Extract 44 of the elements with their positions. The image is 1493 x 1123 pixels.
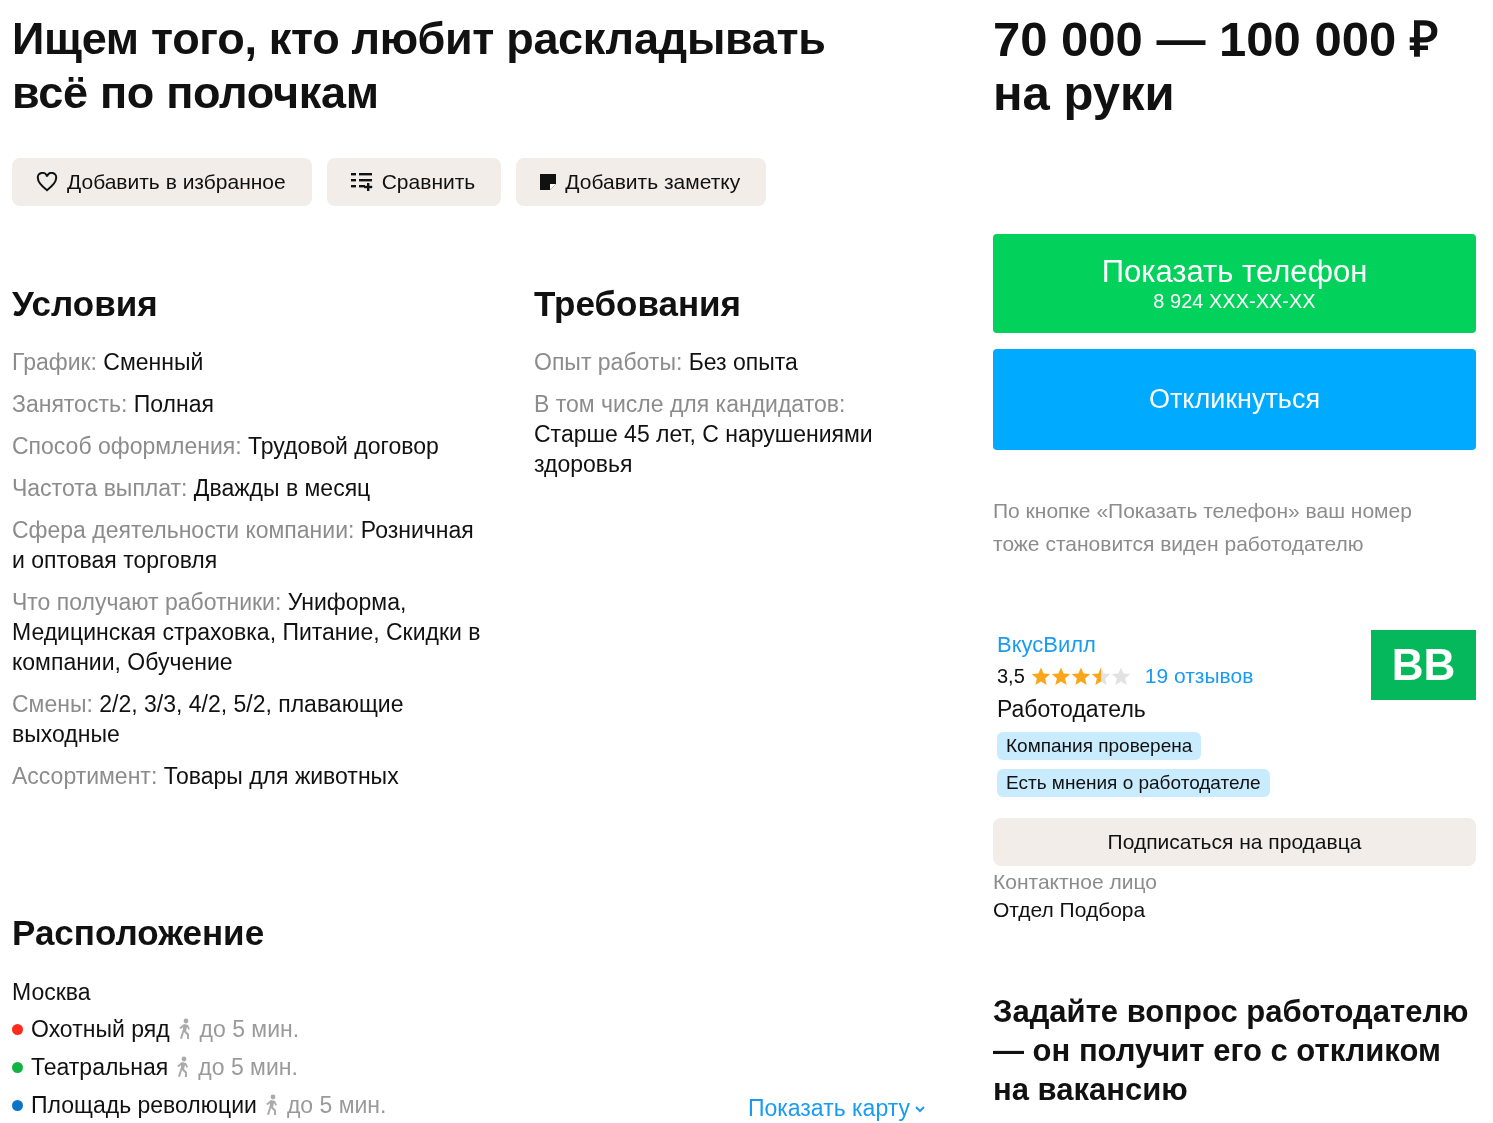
employer-badge: Компания проверена (997, 732, 1202, 760)
station-name: Площадь революции (31, 1091, 257, 1120)
employer-role: Работодатель (997, 695, 1147, 724)
chevron-icon (914, 1104, 926, 1113)
section-heading: Условия (12, 284, 159, 324)
condition-text: Сфера деятельности компании: Розничная и оптовая торговля (12, 516, 475, 575)
show-map-link[interactable]: Показать карту (747, 1095, 926, 1122)
note-icon (540, 174, 557, 190)
contact-label: Контактное лицо (993, 869, 1158, 895)
vacancy-title: Ищем того, кто любит раскладывать всё по полочкам (12, 12, 827, 120)
phone-note: По кнопке «Показать телефон» ваш номер тоже становится виден работодателю (993, 498, 1413, 557)
reviews-link[interactable]: 19 отзывов (1144, 664, 1254, 688)
requirement-text: Опыт работы: Без опыта (534, 348, 799, 377)
section-heading: Требования (534, 284, 743, 324)
city-text: Москва (12, 978, 92, 1007)
requirement-text: В том числе для кандидатов: Старше 45 лет, С нарушениями здоровья (534, 390, 874, 479)
salary-text: 70 000 — 100 000 ₽ на руки (993, 12, 1440, 120)
walk-time: до 5 мин. (199, 1015, 300, 1044)
list-icon (350, 172, 373, 192)
subscribe-button[interactable]: Подписаться на продавца (993, 818, 1476, 866)
condition-text: Что получают работники: Униформа, Медицинская страховка, Питание, Скидки в компании, Обучение (12, 588, 482, 677)
condition-text: Занятость: Полная (12, 390, 215, 419)
station-name: Театральная (31, 1053, 169, 1082)
condition-text: Способ оформления: Трудовой договор (12, 432, 440, 461)
employer-link[interactable]: ВкусВилл (997, 630, 1096, 660)
contact-value: Отдел Подбора (993, 897, 1147, 923)
action-button[interactable]: Добавить в избранное (12, 158, 312, 206)
employer-badge: Есть мнения о работодателе (997, 769, 1270, 797)
respond-button[interactable]: Откликнуться (993, 349, 1476, 450)
condition-text: График: Сменный (12, 348, 205, 377)
section-heading: Расположение (12, 913, 266, 953)
condition-text: Смены: 2/2, 3/3, 4/2, 5/2, плавающие выходные (12, 690, 405, 749)
walk-time: до 5 мин. (198, 1053, 298, 1082)
employer-logo: ВВ (1371, 630, 1476, 700)
action-button[interactable]: Добавить заметку (516, 158, 767, 206)
walk-time: до 5 мин. (286, 1091, 387, 1120)
heart-icon (36, 172, 58, 192)
show-phone-button[interactable]: Показать телефон 8 924 XXX-XX-XX (993, 234, 1476, 333)
condition-text: Частота выплат: Дважды в месяц (12, 474, 372, 503)
condition-text: Ассортимент: Товары для животных (12, 762, 400, 791)
question-heading: Задайте вопрос работодателю — он получит его с откликом на вакансию (993, 992, 1476, 1123)
action-button[interactable]: Сравнить (326, 158, 502, 206)
station-name: Охотный ряд (31, 1015, 170, 1044)
rating-value: 3,5 (997, 664, 1025, 688)
